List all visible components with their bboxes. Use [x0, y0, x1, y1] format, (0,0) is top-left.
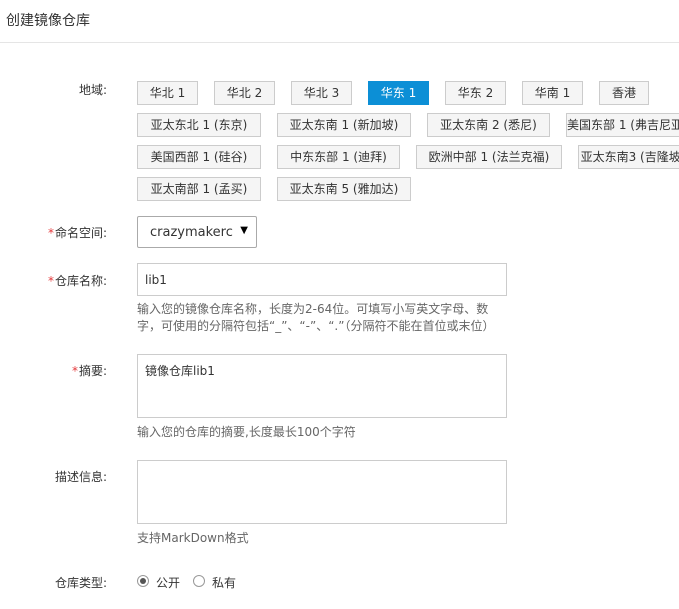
region-button-ap-southeast-5[interactable]: 亚太东南 5 (雅加达)	[277, 177, 411, 201]
namespace-select-value: crazymakerc	[150, 225, 233, 240]
region-button-north-2[interactable]: 华北 2	[214, 81, 275, 105]
repo-type-private-radio[interactable]	[193, 575, 205, 587]
region-label: 地域:	[78, 83, 107, 97]
region-button-us-east-1[interactable]: 美国东部 1 (弗吉尼亚)	[566, 113, 679, 137]
repo-name-label: *仓库名称:	[48, 272, 107, 289]
namespace-select[interactable]: crazymakerc ▼	[137, 216, 257, 248]
repo-type-public-radio[interactable]	[137, 575, 149, 587]
region-button-ap-southeast-2[interactable]: 亚太东南 2 (悉尼)	[427, 113, 550, 137]
repo-name-hint-line1: 输入您的镜像仓库名称，长度为2-64位。可填写小写英文字母、数	[137, 302, 489, 316]
summary-value: 镜像仓库lib1	[145, 364, 215, 378]
region-button-eu-central-1[interactable]: 欧洲中部 1 (法兰克福)	[416, 145, 562, 169]
region-button-east-1[interactable]: 华东 1	[368, 81, 429, 105]
description-label: 描述信息:	[54, 470, 107, 484]
page-title: 创建镜像仓库	[6, 13, 90, 29]
region-button-ap-southeast-3[interactable]: 亚太东南3 (吉隆坡)	[578, 145, 679, 169]
repo-name-hint-line2: 字，可使用的分隔符包括“_”、“-”、“.”（分隔符不能在首位或末位）	[137, 319, 495, 333]
repo-name-input[interactable]: lib1	[137, 263, 507, 296]
repo-type-label: 仓库类型:	[54, 576, 107, 590]
required-mark: *	[47, 274, 54, 288]
description-hint: 支持MarkDown格式	[137, 531, 249, 545]
repo-name-hint: 输入您的镜像仓库名称，长度为2-64位。可填写小写英文字母、数 字，可使用的分隔…	[137, 301, 494, 335]
region-button-me-east-1[interactable]: 中东东部 1 (迪拜)	[277, 145, 400, 169]
region-button-east-2[interactable]: 华东 2	[445, 81, 506, 105]
required-mark: *	[47, 226, 54, 240]
region-button-ap-northeast-1[interactable]: 亚太东北 1 (东京)	[137, 113, 261, 137]
summary-hint: 输入您的仓库的摘要,长度最长100个字符	[137, 425, 356, 439]
region-button-hongkong[interactable]: 香港	[599, 81, 649, 105]
repo-type-private-label[interactable]: 私有	[212, 574, 236, 591]
summary-label-text: 摘要:	[78, 364, 107, 378]
summary-textarea[interactable]: 镜像仓库lib1	[137, 354, 507, 418]
repo-name-value: lib1	[145, 273, 167, 287]
description-textarea[interactable]	[137, 460, 507, 524]
region-button-north-3[interactable]: 华北 3	[291, 81, 352, 105]
repo-name-label-text: 仓库名称:	[54, 274, 107, 288]
namespace-label: *命名空间:	[48, 224, 107, 241]
region-button-north-1[interactable]: 华北 1	[137, 81, 198, 105]
page-header: 创建镜像仓库	[0, 0, 679, 43]
region-button-us-west-1[interactable]: 美国西部 1 (硅谷)	[137, 145, 261, 169]
repo-type-public-label[interactable]: 公开	[156, 574, 180, 591]
region-button-south-1[interactable]: 华南 1	[522, 81, 583, 105]
dropdown-arrow-icon: ▼	[240, 225, 248, 236]
region-button-ap-south-1[interactable]: 亚太南部 1 (孟买)	[137, 177, 261, 201]
required-mark: *	[71, 364, 78, 378]
namespace-label-text: 命名空间:	[54, 226, 107, 240]
region-button-ap-southeast-1[interactable]: 亚太东南 1 (新加坡)	[277, 113, 411, 137]
summary-label: *摘要:	[72, 362, 107, 379]
